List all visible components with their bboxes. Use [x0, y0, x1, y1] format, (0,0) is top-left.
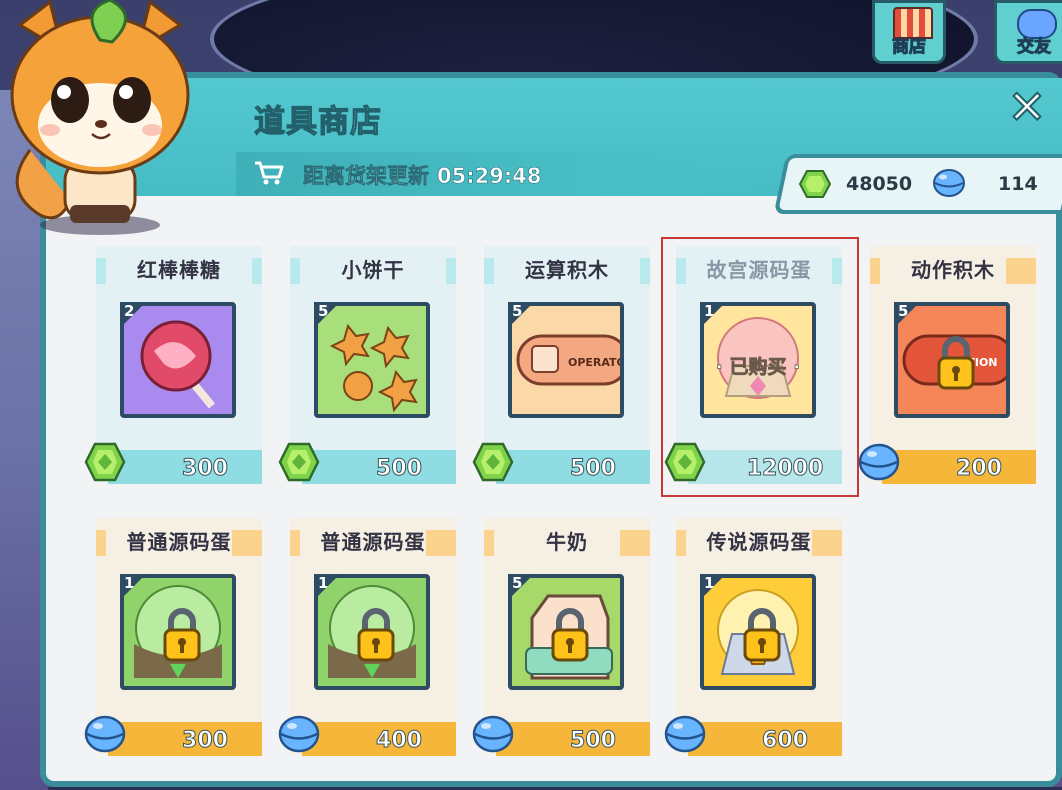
gem-icon — [799, 170, 831, 198]
item-price: 200 — [956, 456, 1003, 482]
ball-icon — [84, 714, 126, 754]
legend-egg-icon[interactable] — [700, 574, 816, 690]
item-price: 300 — [182, 456, 229, 482]
price-button[interactable]: 600 — [688, 722, 842, 756]
gem-icon — [472, 442, 514, 482]
item-price: 500 — [376, 456, 423, 482]
item-name: 红棒棒糖 — [137, 258, 221, 282]
item-card[interactable]: 红棒棒糖 2 300 — [84, 246, 262, 484]
friends-button[interactable]: 交友 — [994, 0, 1062, 64]
cart-icon — [255, 161, 284, 185]
item-name: 普通源码蛋 — [126, 530, 232, 554]
item-name: 牛奶 — [546, 530, 588, 554]
ball-icon — [933, 169, 965, 197]
motion-block-icon[interactable]: OTION — [894, 302, 1010, 418]
item-name: 小饼干 — [341, 258, 405, 282]
price-button[interactable]: 300 — [108, 722, 262, 756]
item-name: 传说源码蛋 — [706, 530, 812, 554]
gem-balance: 48050 — [846, 173, 913, 195]
item-price: 600 — [762, 728, 809, 754]
milk-icon[interactable] — [508, 574, 624, 690]
svg-text:OPERATO: OPERATO — [568, 356, 620, 369]
lock-icon — [163, 608, 201, 662]
refresh-time: 05:29:48 — [437, 164, 542, 189]
ball-icon — [858, 442, 900, 482]
item-card: 传说源码蛋 1 600 — [664, 518, 842, 756]
item-name: 运算积木 — [525, 258, 609, 282]
item-card[interactable]: 小饼干 5 500 — [278, 246, 456, 484]
item-name: 动作积木 — [911, 258, 995, 282]
item-card: 牛奶 5 500 — [472, 518, 650, 756]
price-button[interactable]: 400 — [302, 722, 456, 756]
item-name: 普通源码蛋 — [320, 530, 426, 554]
lock-icon — [743, 608, 781, 662]
item-price: 500 — [570, 728, 617, 754]
gem-icon — [278, 442, 320, 482]
price-button[interactable]: 500 — [496, 450, 650, 484]
ball-icon — [278, 714, 320, 754]
price-button[interactable]: 300 — [108, 450, 262, 484]
cookies-icon[interactable] — [314, 302, 430, 418]
lollipop-icon[interactable] — [120, 302, 236, 418]
shop-title: 道具商店 — [253, 103, 382, 140]
green-egg-icon[interactable] — [314, 574, 430, 690]
refresh-timer: 距离货架更新 05:29:48 — [303, 160, 542, 190]
lock-icon — [937, 336, 975, 390]
shop-button[interactable]: 商店 — [872, 0, 946, 64]
operator-block-icon[interactable]: OPERATO — [508, 302, 624, 418]
item-card: 普通源码蛋 1 300 — [84, 518, 262, 756]
price-button[interactable]: 200 — [882, 450, 1036, 484]
friends-button-label: 交友 — [1017, 37, 1052, 58]
ball-icon — [472, 714, 514, 754]
shop-button-label: 商店 — [892, 37, 927, 58]
refresh-label: 距离货架更新 — [303, 164, 430, 189]
item-card: 动作积木 OTION 5 200 — [858, 246, 1036, 484]
fox-mascot-icon — [10, 0, 190, 235]
lock-icon — [551, 608, 589, 662]
ball-balance: 114 — [998, 173, 1038, 195]
gem-icon — [84, 442, 126, 482]
price-button[interactable]: 500 — [496, 722, 650, 756]
green-egg-icon[interactable] — [120, 574, 236, 690]
close-icon[interactable]: ✕ — [1004, 83, 1050, 131]
item-card[interactable]: 运算积木OPERATO5500 — [472, 246, 650, 484]
price-button[interactable]: 500 — [302, 450, 456, 484]
selection-highlight — [661, 237, 859, 497]
item-price: 400 — [376, 728, 423, 754]
item-price: 500 — [570, 456, 617, 482]
item-card: 普通源码蛋 1 400 — [278, 518, 456, 756]
item-price: 300 — [182, 728, 229, 754]
lock-icon — [357, 608, 395, 662]
ball-icon — [664, 714, 706, 754]
